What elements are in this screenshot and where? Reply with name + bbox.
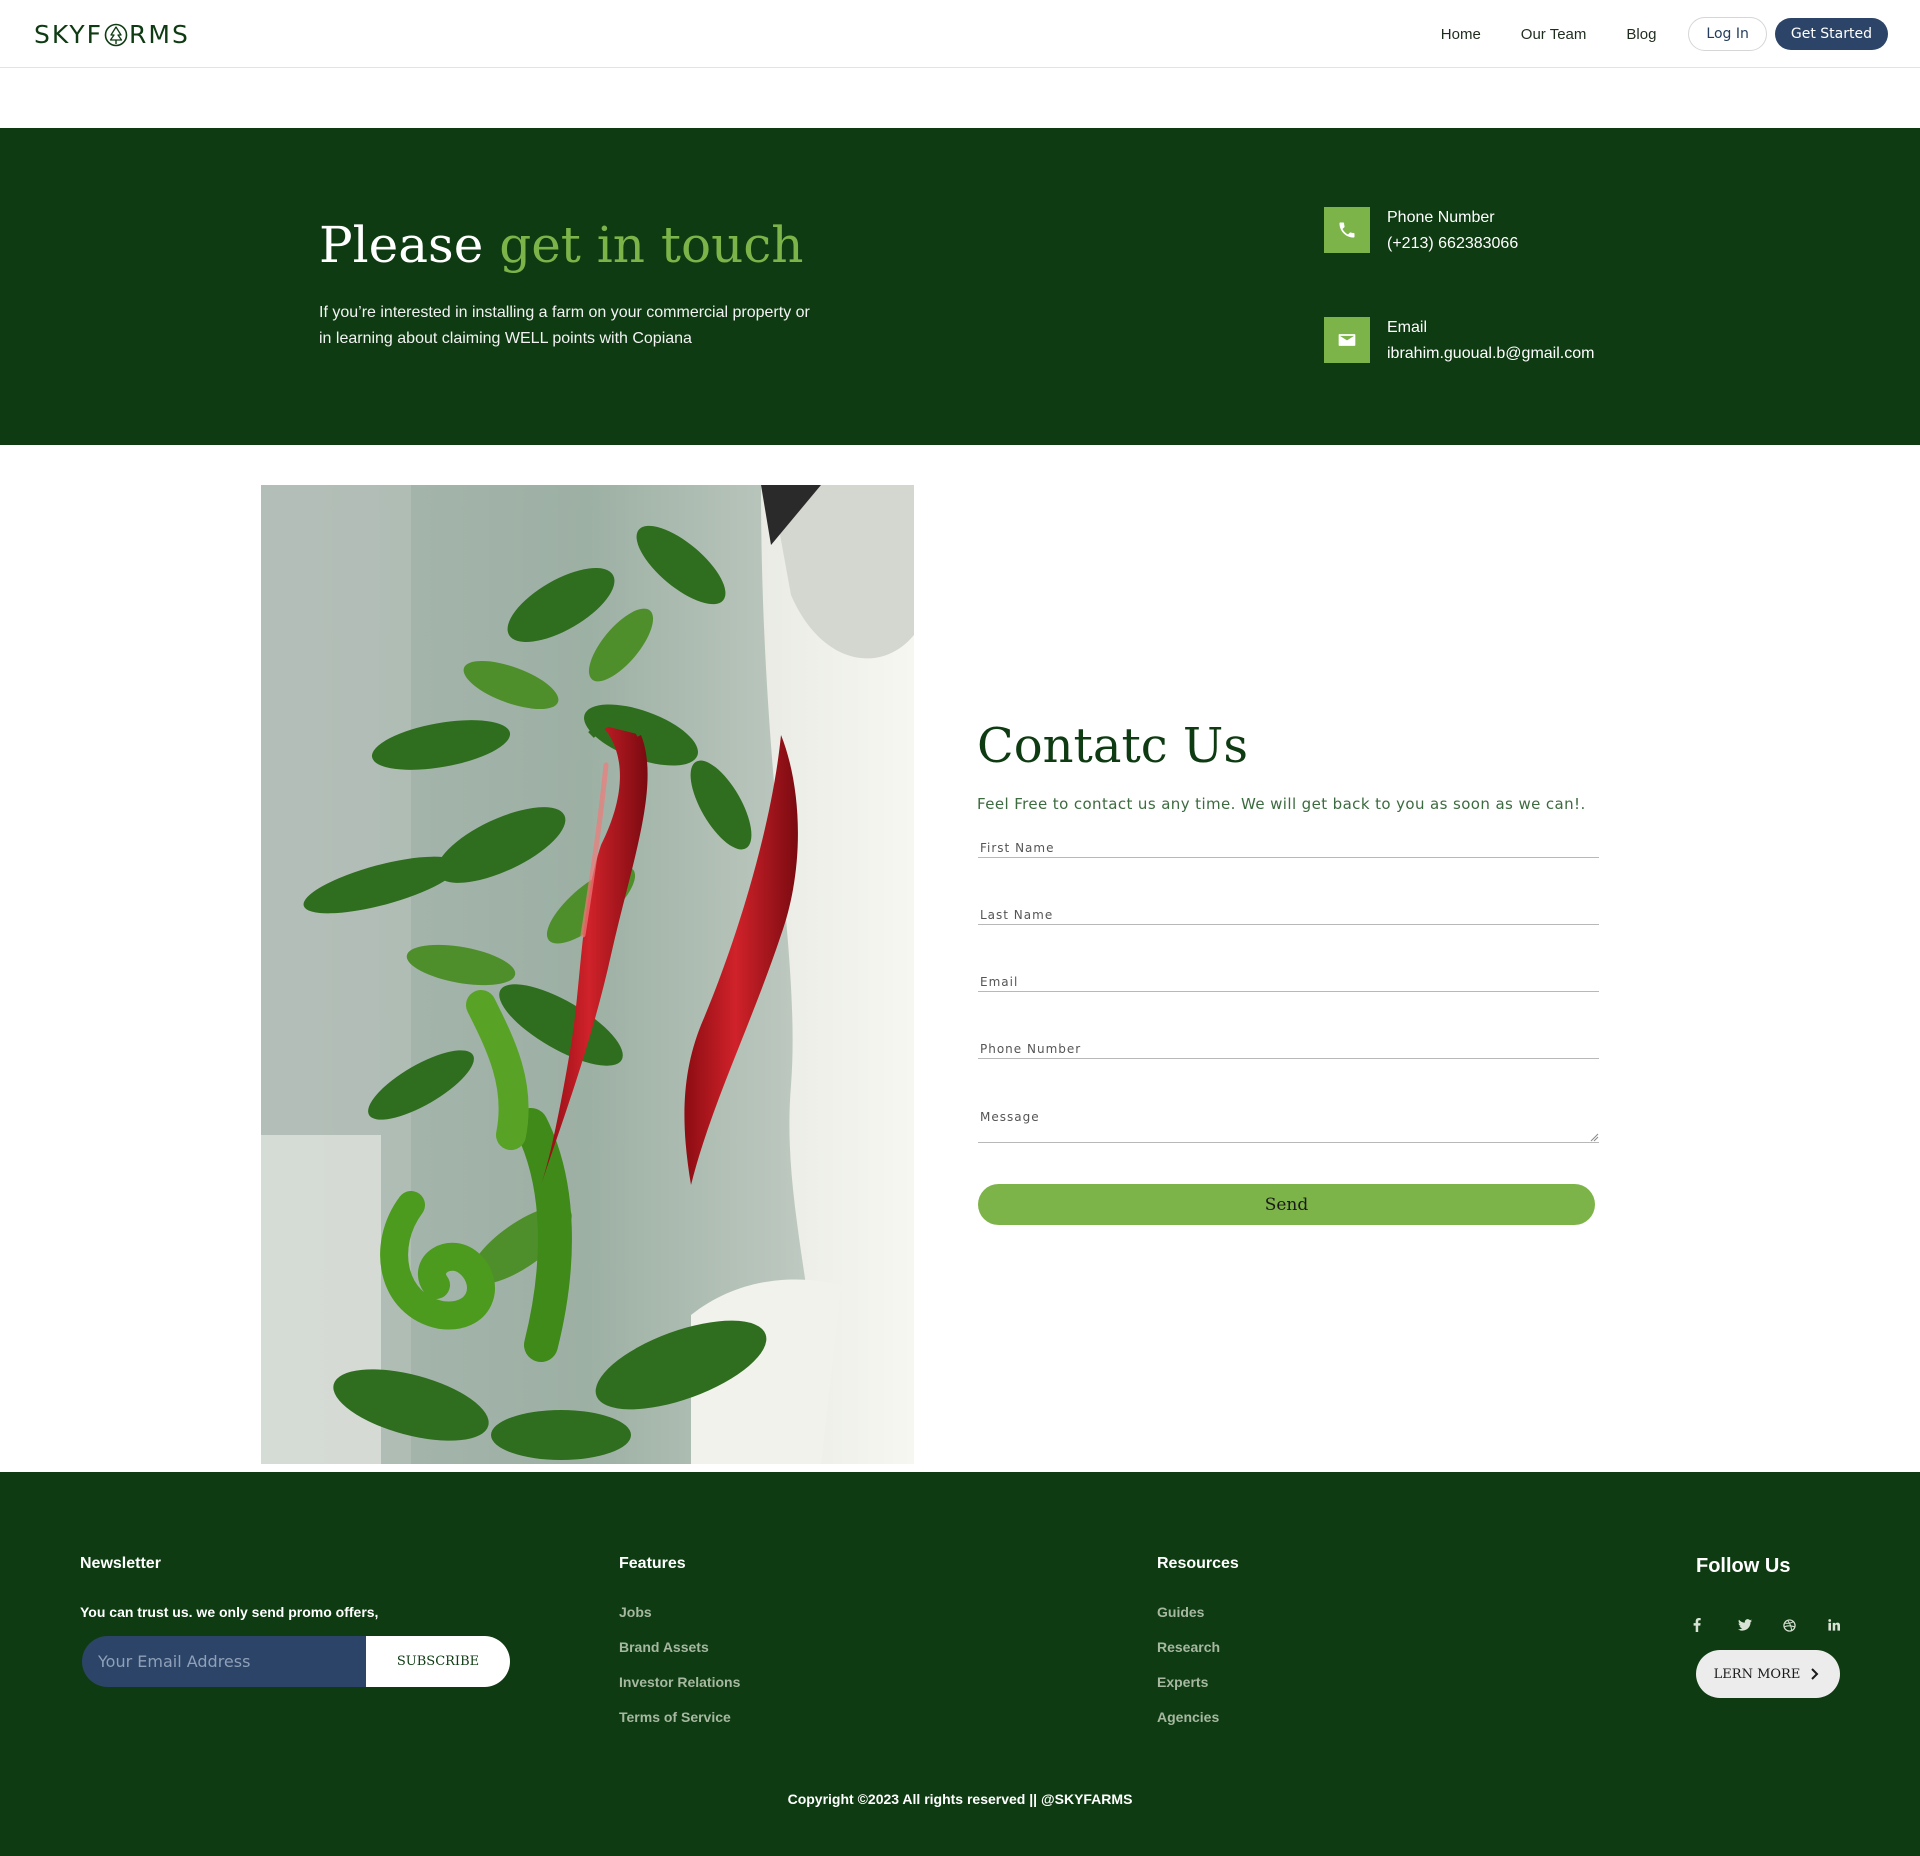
message-field[interactable]: Message [978,1106,1599,1143]
social-links [1693,1616,1873,1634]
phone-icon [1324,207,1370,253]
subscribe-button[interactable]: SUBSCRIBE [366,1636,510,1687]
footer-link-experts[interactable]: Experts [1157,1674,1220,1709]
first-name-label: First Name [980,841,1055,855]
twitter-icon[interactable] [1738,1616,1783,1634]
message-label: Message [980,1110,1040,1124]
hero-title-accent: get in touch [499,216,804,274]
email-field[interactable]: Email [978,972,1599,992]
learn-more-label: LERN MORE [1713,1666,1801,1682]
newsletter-title: Newsletter [80,1555,161,1572]
logo[interactable]: SKYF RMS [34,20,190,49]
last-name-field[interactable]: Last Name [978,905,1599,925]
dribbble-icon[interactable] [1783,1616,1828,1634]
phone-label: Phone Number [1387,209,1495,226]
phone-number-field[interactable]: Phone Number [978,1039,1599,1059]
resources-title: Resources [1157,1555,1239,1572]
footer-link-brand-assets[interactable]: Brand Assets [619,1639,740,1674]
mail-icon [1324,317,1370,363]
hero-title: Please get in touch [319,216,803,274]
features-list: Jobs Brand Assets Investor Relations Ter… [619,1604,740,1744]
phone-value[interactable]: (+213) 662383066 [1387,231,1518,257]
email-field-label: Email [980,975,1019,989]
logo-tree-icon [104,23,128,46]
chili-pepper-photo [261,485,914,1464]
nav-link-our-team[interactable]: Our Team [1521,26,1587,43]
login-button[interactable]: Log In [1688,17,1767,51]
footer-link-research[interactable]: Research [1157,1639,1220,1674]
chevron-right-icon [1811,1668,1819,1680]
phone-info: Phone Number (+213) 662383066 [1324,207,1518,257]
phone-number-label: Phone Number [980,1042,1082,1056]
get-in-touch-banner: Please get in touch If you’re interested… [0,128,1920,445]
email-info: Email ibrahim.guoual.b@gmail.com [1324,317,1594,367]
resize-grip-icon[interactable] [1589,1132,1599,1142]
newsletter-form: Your Email Address SUBSCRIBE [82,1636,510,1687]
contact-subtitle: Feel Free to contact us any time. We wil… [977,795,1586,813]
footer: Newsletter You can trust us. we only sen… [0,1472,1920,1856]
nav-links: Home Our Team Blog Log In Get Started [1441,17,1888,51]
footer-link-guides[interactable]: Guides [1157,1604,1220,1639]
logo-text-right: RMS [129,20,190,49]
top-navbar: SKYF RMS Home Our Team Blog Log In Get S… [0,0,1920,68]
email-label: Email [1387,319,1428,336]
first-name-field[interactable]: First Name [978,838,1599,858]
learn-more-button[interactable]: LERN MORE [1696,1650,1840,1698]
get-started-button[interactable]: Get Started [1774,18,1888,50]
copyright: Copyright ©2023 All rights reserved || @… [787,1791,1133,1807]
facebook-icon[interactable] [1693,1616,1738,1634]
resources-list: Guides Research Experts Agencies [1157,1604,1220,1744]
linkedin-icon[interactable] [1828,1616,1873,1634]
nav-link-blog[interactable]: Blog [1626,26,1656,43]
newsletter-text: You can trust us. we only send promo off… [80,1604,379,1620]
newsletter-email-input[interactable]: Your Email Address [82,1636,366,1687]
nav-link-home[interactable]: Home [1441,26,1481,43]
footer-link-jobs[interactable]: Jobs [619,1604,740,1639]
hero-title-plain: Please [319,216,484,274]
logo-text-left: SKYF [34,20,104,49]
follow-us-title: Follow Us [1696,1555,1791,1577]
hero-description: If you’re interested in installing a far… [319,304,810,347]
footer-link-agencies[interactable]: Agencies [1157,1709,1220,1744]
send-button[interactable]: Send [978,1184,1595,1225]
last-name-label: Last Name [980,908,1054,922]
contact-title: Contatc Us [977,718,1248,774]
email-value[interactable]: ibrahim.guoual.b@gmail.com [1387,341,1594,367]
chili-pepper-illustration [261,485,914,1464]
footer-link-terms-of-service[interactable]: Terms of Service [619,1709,740,1744]
features-title: Features [619,1555,686,1572]
footer-link-investor-relations[interactable]: Investor Relations [619,1674,740,1709]
